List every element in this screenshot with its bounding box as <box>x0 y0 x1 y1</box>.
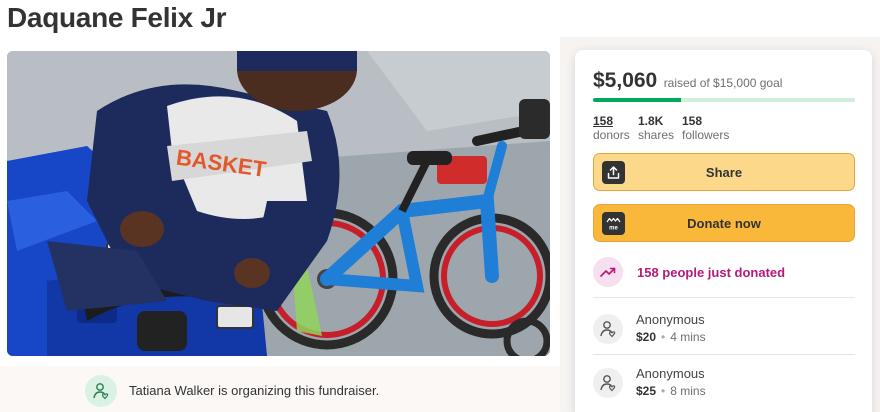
divider <box>593 297 855 298</box>
stat-followers-number: 158 <box>682 114 703 128</box>
donor-name: Anonymous <box>636 366 705 381</box>
trending-up-icon <box>593 257 623 287</box>
person-heart-icon <box>93 383 109 400</box>
organizer-avatar <box>85 375 117 407</box>
donation-meta: $25 • 8 mins <box>636 384 706 398</box>
person-heart-icon <box>600 321 616 338</box>
goal-text: raised of $15,000 goal <box>663 76 783 90</box>
stat-donors[interactable]: 158 donors <box>593 114 630 142</box>
raised-amount: $5,060 <box>593 69 658 92</box>
campaign-photo[interactable]: BASKET <box>7 51 550 356</box>
stat-followers: 158 followers <box>682 114 729 142</box>
progress-bar <box>593 98 855 102</box>
stat-donors-number[interactable]: 158 <box>593 114 630 128</box>
stat-shares-number: 1.8K <box>638 114 664 128</box>
recent-activity-text[interactable]: 158 people just donated <box>637 265 785 280</box>
raised-summary: $5,060 raised of $15,000 goal <box>593 69 782 93</box>
donate-now-button[interactable]: me Donate now <box>593 204 855 242</box>
donation-time: 8 mins <box>670 384 706 398</box>
donation-item: Anonymous $25 • 8 mins <box>593 366 855 398</box>
campaign-title: Daquane Felix Jr <box>7 2 227 33</box>
donation-amount: $25 <box>636 384 657 398</box>
donation-time: 4 mins <box>670 330 706 344</box>
donor-avatar <box>593 314 623 344</box>
stat-donors-label: donors <box>593 128 630 142</box>
donor-avatar <box>593 368 623 398</box>
stat-shares-label: shares <box>638 128 675 142</box>
separator-dot: • <box>661 330 666 344</box>
recent-activity[interactable]: 158 people just donated <box>593 257 785 287</box>
progress-fill <box>593 98 682 102</box>
donate-button-label: Donate now <box>687 215 761 231</box>
donation-item: Anonymous $20 • 4 mins <box>593 312 855 344</box>
person-heart-icon <box>600 375 616 392</box>
donation-amount: $20 <box>636 330 657 344</box>
share-button-label: Share <box>705 164 743 180</box>
svg-text:me: me <box>609 226 618 232</box>
donation-meta: $20 • 4 mins <box>636 330 706 344</box>
separator-dot: • <box>661 384 666 398</box>
share-button[interactable]: Share <box>593 153 855 191</box>
donor-name: Anonymous <box>636 312 705 327</box>
organizer-text: Tatiana Walker is organizing this fundra… <box>129 383 380 398</box>
share-upload-icon <box>602 161 625 184</box>
stat-shares: 1.8K shares <box>638 114 674 142</box>
divider <box>593 354 855 355</box>
gofundme-logo-icon: me <box>602 212 625 235</box>
stat-followers-label: followers <box>682 128 730 142</box>
